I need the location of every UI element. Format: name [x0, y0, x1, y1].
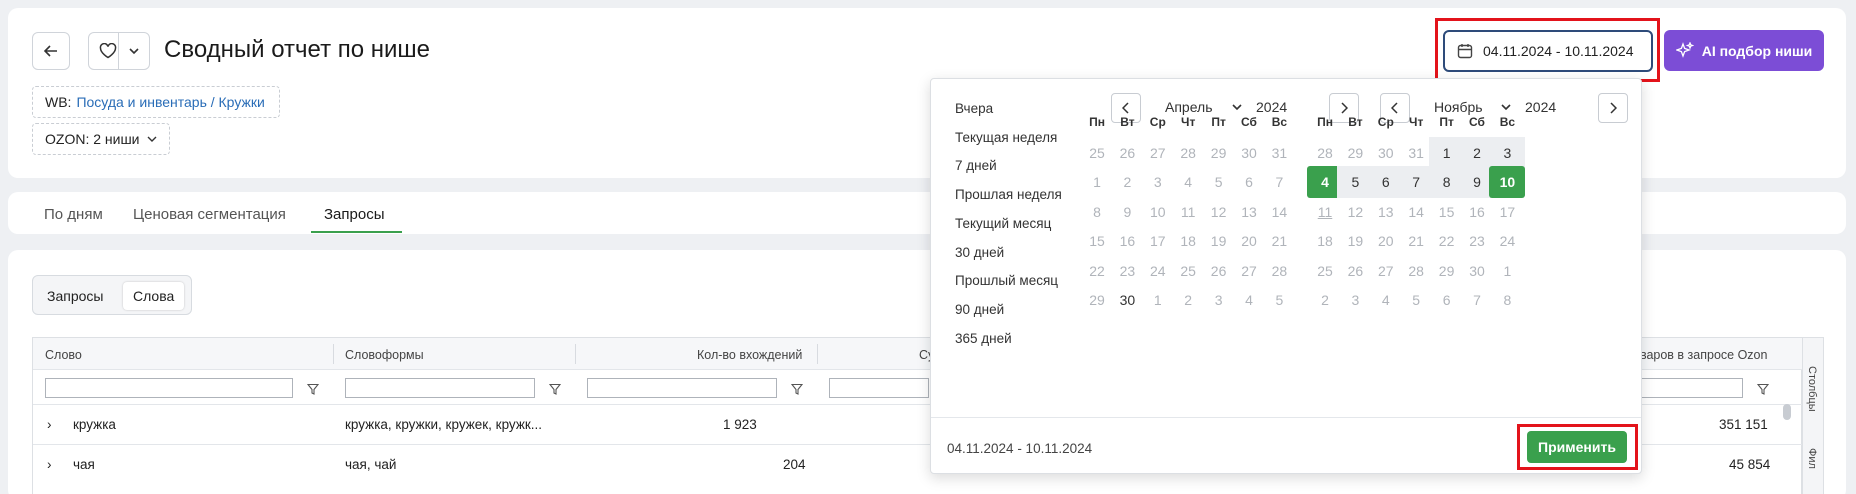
- page-title: Сводный отчет по нише: [164, 36, 431, 63]
- chevron-right-icon: [1341, 102, 1348, 114]
- filter-icon[interactable]: [549, 383, 561, 395]
- back-button[interactable]: [32, 32, 70, 70]
- preset-option[interactable]: Текущий месяц: [955, 216, 1051, 231]
- calendar-day[interactable]: 14: [1261, 196, 1297, 228]
- heart-icon: [99, 43, 117, 59]
- preset-option[interactable]: Вчера: [955, 101, 993, 116]
- weekday-label: Вс: [1499, 115, 1516, 129]
- preset-option[interactable]: 30 дней: [955, 245, 1004, 260]
- tab-queries[interactable]: Запросы: [324, 206, 385, 223]
- calendar-day[interactable]: 24: [1489, 225, 1525, 257]
- filter-input-word[interactable]: [45, 378, 293, 398]
- filter-input-ozon[interactable]: [1633, 378, 1743, 398]
- tab-price-segmentation[interactable]: Ценовая сегментация: [133, 206, 286, 223]
- right-month-select[interactable]: Ноябрь: [1434, 99, 1483, 115]
- picker-footer-divider: [931, 417, 1641, 418]
- segment-control: Запросы Слова: [32, 275, 192, 315]
- preset-option[interactable]: 7 дней: [955, 158, 997, 173]
- cell-ozon: 45 854: [1729, 457, 1771, 472]
- chevron-down-icon: [129, 48, 139, 55]
- preset-option[interactable]: Текущая неделя: [955, 130, 1057, 145]
- filter-icon[interactable]: [791, 383, 803, 395]
- cell-word: чая: [73, 457, 95, 472]
- chevron-down-icon: [1232, 104, 1242, 111]
- cell-forms: кружка, кружки, кружек, кружк...: [345, 417, 543, 432]
- filters-tab[interactable]: Фил: [1806, 448, 1818, 469]
- wb-niche-link[interactable]: Посуда и инвентарь / Кружки: [76, 94, 264, 110]
- column-header-count[interactable]: Кол-во вхождений: [697, 338, 802, 370]
- chevron-down-icon: [147, 136, 156, 142]
- column-header-ozon[interactable]: оваров в запросе Ozon: [1633, 338, 1767, 370]
- segment-queries[interactable]: Запросы: [37, 282, 113, 310]
- cell-count: 1 923: [723, 417, 757, 432]
- calendar-day[interactable]: 21: [1261, 225, 1297, 257]
- chevron-left-icon: [1391, 102, 1398, 114]
- arrow-left-icon: [43, 45, 57, 57]
- column-header-forms[interactable]: Словоформы: [345, 338, 424, 370]
- side-tool-panel: Столбцы Фил: [1802, 337, 1824, 494]
- filter-input-count[interactable]: [587, 378, 777, 398]
- calendar-day[interactable]: 7: [1261, 166, 1297, 198]
- picker-selected-range: 04.11.2024 - 10.11.2024: [947, 441, 1093, 456]
- cell-word: кружка: [73, 417, 116, 432]
- calendar-day[interactable]: 1: [1489, 255, 1525, 287]
- right-year-select[interactable]: 2024: [1525, 99, 1556, 115]
- left-year-select[interactable]: 2024: [1256, 99, 1287, 115]
- sparkle-icon: [1675, 41, 1694, 58]
- preset-option[interactable]: 90 дней: [955, 302, 1004, 317]
- ai-niche-label: AI подбор ниши: [1701, 42, 1813, 59]
- date-range-picker: Вчера Текущая неделя 7 дней Прошлая неделя Т…: [930, 78, 1642, 474]
- ozon-label: OZON: 2 ниши: [45, 131, 140, 147]
- highlight-apply: [1517, 424, 1638, 470]
- calendar-day[interactable]: 31: [1261, 137, 1297, 169]
- calendar-day[interactable]: 3: [1489, 137, 1526, 169]
- column-header-word[interactable]: Слово: [45, 338, 82, 370]
- expand-chevron-icon[interactable]: ›: [47, 457, 52, 472]
- filter-icon[interactable]: [1757, 383, 1769, 395]
- chevron-right-icon: [1610, 102, 1617, 114]
- calendar-day[interactable]: 17: [1489, 196, 1525, 228]
- calendar-day[interactable]: 8: [1489, 284, 1525, 316]
- preset-option[interactable]: Прошлая неделя: [955, 187, 1062, 202]
- next-month-button[interactable]: [1598, 93, 1628, 123]
- tab-by-days[interactable]: По дням: [44, 206, 103, 223]
- filter-icon[interactable]: [307, 383, 319, 395]
- chevron-down-icon: [1501, 104, 1511, 111]
- cell-ozon: 351 151: [1719, 417, 1768, 432]
- cell-forms: чая, чай: [345, 457, 397, 472]
- weekday-label: Вс: [1271, 115, 1288, 129]
- chevron-left-icon: [1122, 102, 1129, 114]
- cell-count: 204: [783, 457, 806, 472]
- favorite-button[interactable]: [88, 32, 150, 70]
- left-month-select[interactable]: Апрель: [1165, 99, 1213, 115]
- columns-tab[interactable]: Столбцы: [1806, 366, 1818, 412]
- calendar-day[interactable]: 10: [1489, 166, 1526, 199]
- ai-niche-button[interactable]: AI подбор ниши: [1664, 30, 1824, 71]
- filter-input-su[interactable]: [829, 378, 929, 398]
- ozon-niche-dropdown[interactable]: OZON: 2 ниши: [32, 123, 170, 155]
- calendar-day[interactable]: 28: [1261, 255, 1297, 287]
- filter-input-forms[interactable]: [345, 378, 535, 398]
- highlight-date-range: [1435, 18, 1660, 82]
- expand-chevron-icon[interactable]: ›: [47, 417, 52, 432]
- preset-option[interactable]: Прошлый месяц: [955, 273, 1058, 288]
- preset-option[interactable]: 365 дней: [955, 331, 1012, 346]
- scrollbar-thumb[interactable]: [1783, 404, 1791, 420]
- segment-words[interactable]: Слова: [123, 282, 185, 310]
- calendar-day[interactable]: 5: [1261, 284, 1297, 316]
- wb-niche-chip[interactable]: WB: Посуда и инвентарь / Кружки: [32, 86, 280, 118]
- active-tab-indicator: [311, 231, 402, 233]
- wb-prefix: WB:: [45, 94, 72, 110]
